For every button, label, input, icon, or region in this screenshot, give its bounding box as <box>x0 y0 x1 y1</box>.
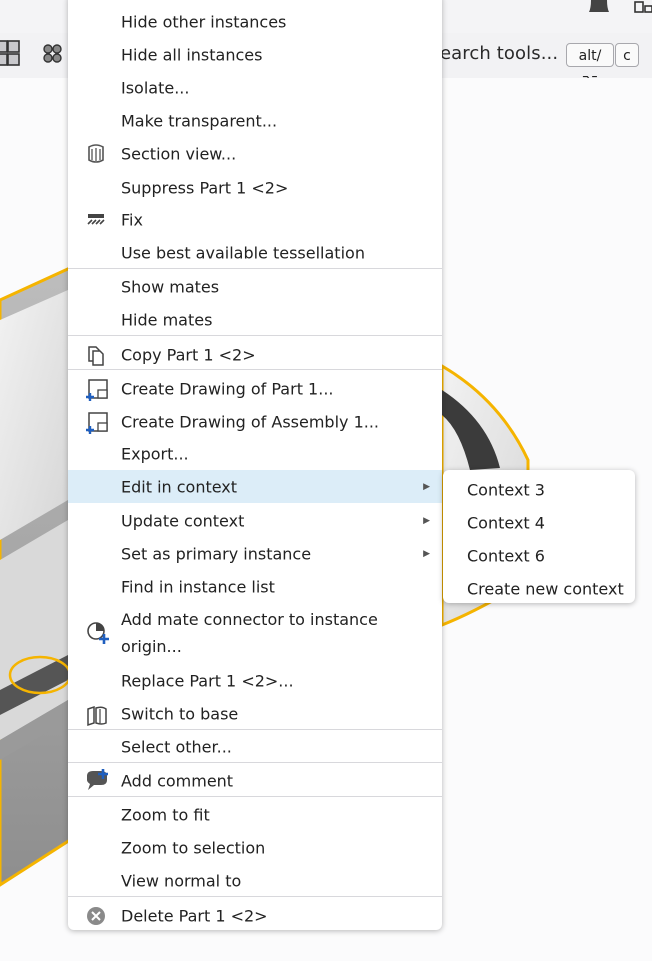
menu-item-label: View normal to <box>121 871 242 890</box>
menu-item-update-context[interactable]: Update context ▶ <box>68 504 442 537</box>
menu-item-label: Show mates <box>121 277 220 296</box>
menu-separator <box>68 796 442 797</box>
menu-item-label: Zoom to fit <box>121 805 210 824</box>
shortcut-key-c: c <box>615 43 639 67</box>
menu-item-isolate[interactable]: Isolate... <box>68 71 442 104</box>
menu-item-make-transparent[interactable]: Make transparent... <box>68 104 442 137</box>
window-layout-icon[interactable] <box>634 0 652 19</box>
menu-item-create-drawing-part[interactable]: Create Drawing of Part 1... <box>68 372 442 405</box>
submenu-arrow-icon: ▶ <box>423 515 430 526</box>
menu-separator <box>68 762 442 763</box>
menu-item-hide-mates[interactable]: Hide mates <box>68 303 442 336</box>
menu-item-label: Export... <box>121 444 189 463</box>
context-menu: Hide other instances Hide all instances … <box>68 0 442 930</box>
shortcut-key-alt: alt/⌥ <box>566 43 614 88</box>
copy-icon <box>85 344 107 366</box>
fix-icon <box>85 209 107 231</box>
create-drawing-icon <box>85 411 108 434</box>
menu-item-label: Switch to base <box>121 704 239 723</box>
menu-item-hide-other-instances[interactable]: Hide other instances <box>68 5 442 38</box>
menu-item-fix[interactable]: Fix <box>68 203 442 236</box>
menu-item-label: Delete Part 1 <2> <box>121 906 268 925</box>
menu-item-find-in-instance-list[interactable]: Find in instance list <box>68 570 442 603</box>
menu-item-label: Copy Part 1 <2> <box>121 345 256 364</box>
menu-item-zoom-to-fit[interactable]: Zoom to fit <box>68 798 442 831</box>
submenu-item-context-6[interactable]: Context 6 <box>443 539 635 572</box>
menu-item-best-tessellation[interactable]: Use best available tessellation <box>68 236 442 269</box>
menu-item-label: Replace Part 1 <2>... <box>121 671 294 690</box>
menu-separator <box>68 369 442 370</box>
create-drawing-icon <box>85 378 108 401</box>
notification-bell-icon[interactable] <box>585 0 613 20</box>
menu-item-label: Edit in context <box>121 477 238 496</box>
menu-item-select-other[interactable]: Select other... <box>68 730 442 763</box>
submenu-arrow-icon: ▶ <box>423 481 430 492</box>
menu-item-label: Hide mates <box>121 310 213 329</box>
menu-separator <box>68 335 442 336</box>
menu-item-label: Hide other instances <box>121 12 287 31</box>
add-comment-icon <box>85 768 111 794</box>
menu-item-add-comment[interactable]: Add comment <box>68 764 442 797</box>
menu-item-label: Find in instance list <box>121 577 275 596</box>
submenu-item-label: Context 6 <box>467 546 545 565</box>
menu-item-label: Create Drawing of Assembly 1... <box>121 412 380 431</box>
menu-item-show-mates[interactable]: Show mates <box>68 270 442 303</box>
menu-item-label: Set as primary instance <box>121 544 312 563</box>
submenu-item-label: Create new context <box>467 579 624 598</box>
menu-item-view-normal-to[interactable]: View normal to <box>68 864 442 897</box>
menu-item-delete[interactable]: Delete Part 1 <2> <box>68 899 442 932</box>
submenu-item-create-new-context[interactable]: Create new context <box>443 572 635 605</box>
menu-item-label: Fix <box>121 210 143 229</box>
menu-item-label: Add comment <box>121 771 234 790</box>
submenu-item-label: Context 3 <box>467 480 545 499</box>
pattern-tool-icon[interactable] <box>42 43 68 69</box>
menu-separator <box>68 268 442 269</box>
submenu-item-context-4[interactable]: Context 4 <box>443 506 635 539</box>
menu-item-label: Hide all instances <box>121 45 263 64</box>
menu-item-label: Use best available tessellation <box>121 243 365 262</box>
menu-item-hide-all-instances[interactable]: Hide all instances <box>68 38 442 71</box>
menu-item-set-primary-instance[interactable]: Set as primary instance ▶ <box>68 537 442 570</box>
section-view-icon <box>85 143 107 165</box>
delete-icon <box>85 905 107 927</box>
menu-item-zoom-to-selection[interactable]: Zoom to selection <box>68 831 442 864</box>
submenu-arrow-icon: ▶ <box>423 548 430 559</box>
menu-item-label: Select other... <box>121 737 232 756</box>
menu-item-label: Zoom to selection <box>121 838 266 857</box>
menu-item-label: Isolate... <box>121 78 190 97</box>
menu-item-label: Make transparent... <box>121 111 278 130</box>
menu-item-section-view[interactable]: Section view... <box>68 137 442 170</box>
menu-item-export[interactable]: Export... <box>68 437 442 470</box>
menu-item-label: Suppress Part 1 <2> <box>121 178 289 197</box>
grid-view-icon[interactable] <box>0 40 20 72</box>
menu-item-create-drawing-assembly[interactable]: Create Drawing of Assembly 1... <box>68 405 442 438</box>
menu-item-suppress[interactable]: Suppress Part 1 <2> <box>68 171 442 204</box>
menu-item-add-mate-connector[interactable]: Add mate connector to instance origin... <box>68 603 442 663</box>
menu-item-switch-to-base[interactable]: Switch to base <box>68 697 442 730</box>
menu-item-label: Update context <box>121 511 245 530</box>
edit-in-context-submenu: Context 3 Context 4 Context 6 Create new… <box>443 470 635 603</box>
submenu-item-label: Context 4 <box>467 513 545 532</box>
menu-item-label: Section view... <box>121 144 237 163</box>
switch-to-base-icon <box>85 703 107 726</box>
menu-item-replace[interactable]: Replace Part 1 <2>... <box>68 664 442 697</box>
mate-connector-icon <box>85 620 111 646</box>
menu-item-label: Create Drawing of Part 1... <box>121 379 334 398</box>
menu-item-edit-in-context[interactable]: Edit in context ▶ <box>68 470 442 503</box>
submenu-item-context-3[interactable]: Context 3 <box>443 473 635 506</box>
search-tools-input[interactable]: earch tools... <box>440 43 558 64</box>
menu-separator <box>68 896 442 897</box>
menu-item-copy[interactable]: Copy Part 1 <2> <box>68 338 442 371</box>
menu-item-label: Add mate connector to instance origin... <box>121 610 378 656</box>
